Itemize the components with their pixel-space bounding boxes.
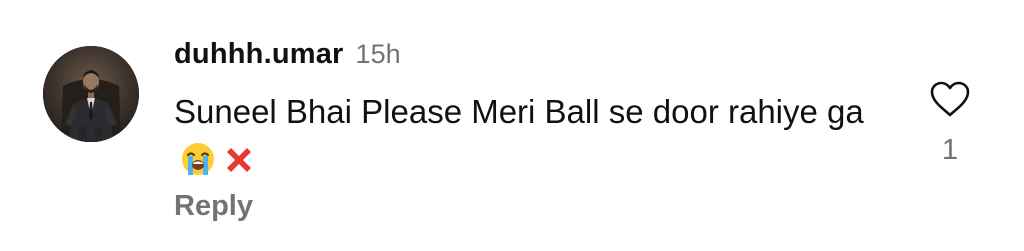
comment: duhhh.umar 15h Suneel Bhai Please Meri B… <box>0 0 1024 251</box>
loudly-crying-face-emoji <box>180 141 216 177</box>
reply-button[interactable]: Reply <box>174 190 253 223</box>
comment-header: duhhh.umar 15h <box>174 38 401 78</box>
like-section: 1 <box>922 80 978 167</box>
avatar[interactable] <box>43 46 139 142</box>
heart-icon[interactable] <box>929 80 971 118</box>
comment-text-block: Suneel Bhai Please Meri Ball se door rah… <box>174 88 874 184</box>
cross-mark-emoji <box>222 143 256 177</box>
like-count: 1 <box>941 134 959 166</box>
timestamp: 15h <box>355 39 401 69</box>
username[interactable]: duhhh.umar <box>174 38 344 71</box>
avatar-image <box>43 46 139 142</box>
comment-text: Suneel Bhai Please Meri Ball se door rah… <box>174 93 864 130</box>
